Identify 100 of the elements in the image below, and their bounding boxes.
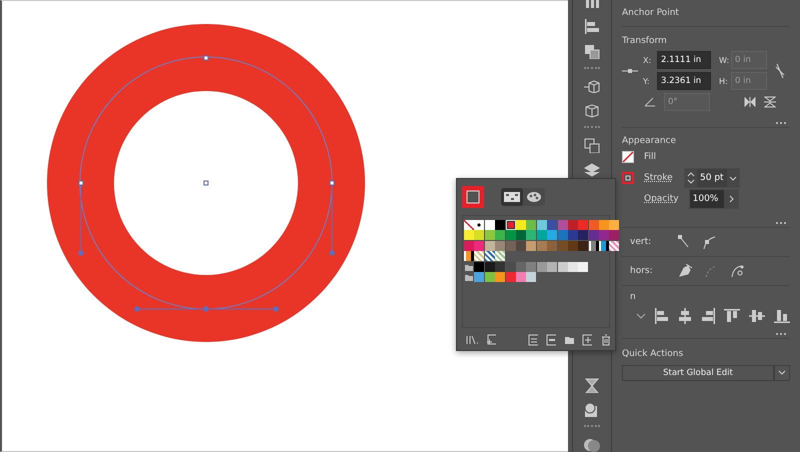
color-swatch[interactable] [547, 220, 558, 230]
color-swatch[interactable] [516, 240, 526, 251]
color-swatch[interactable] [495, 240, 506, 251]
color-swatch[interactable] [578, 240, 588, 251]
stroke-swatch-icon[interactable] [622, 172, 634, 184]
color-swatch[interactable] [474, 272, 484, 282]
color-swatch[interactable] [536, 262, 547, 272]
color-swatch[interactable] [588, 230, 599, 240]
align-top-icon[interactable] [724, 309, 740, 323]
unlink-icon[interactable] [775, 62, 785, 78]
color-swatch[interactable] [526, 262, 536, 272]
color-swatch[interactable] [484, 262, 495, 272]
pattern-swatch[interactable] [484, 251, 495, 262]
color-swatch[interactable] [558, 230, 568, 240]
color-swatch[interactable] [474, 230, 484, 240]
fill-none-icon[interactable] [622, 150, 634, 162]
grid-icon[interactable] [584, 0, 600, 10]
color-swatch[interactable] [568, 220, 578, 230]
pathfinder-icon[interactable] [584, 44, 600, 59]
color-swatch[interactable] [536, 240, 547, 251]
hourglass-icon[interactable] [584, 378, 600, 393]
align-right-icon[interactable] [701, 308, 715, 324]
reference-point-icon[interactable] [622, 66, 638, 74]
artboards-icon[interactable] [584, 138, 600, 153]
cut-path-icon[interactable] [730, 264, 744, 278]
trash-icon[interactable] [600, 334, 610, 346]
color-swatch[interactable] [558, 240, 568, 251]
libraries-icon[interactable] [466, 335, 478, 345]
dropdown-button[interactable] [774, 365, 790, 381]
align-bottom-icon[interactable] [774, 309, 790, 323]
swatches-view-tab[interactable] [501, 188, 523, 206]
color-swatch[interactable] [484, 240, 495, 251]
color-swatch[interactable] [464, 240, 474, 251]
input-field[interactable]: 3.2361 in [657, 72, 711, 90]
smooth-point-icon[interactable] [702, 235, 716, 249]
color-swatch[interactable] [609, 220, 620, 230]
swatch-options-icon[interactable] [528, 334, 538, 346]
color-swatch[interactable] [474, 240, 484, 251]
more-options-icon[interactable] [776, 222, 786, 224]
color-swatch[interactable] [495, 272, 506, 282]
color-swatch[interactable] [495, 262, 506, 272]
cube-icon[interactable] [583, 78, 602, 94]
color-swatch[interactable] [558, 220, 568, 230]
color-swatch[interactable] [609, 230, 620, 240]
color-swatch[interactable] [474, 262, 484, 272]
color-swatch[interactable] [547, 240, 558, 251]
color-swatch[interactable] [506, 220, 516, 230]
none-swatch[interactable] [464, 220, 474, 230]
pattern-swatch[interactable] [609, 240, 620, 251]
color-swatch[interactable] [599, 230, 610, 240]
flip-vertical-icon[interactable] [764, 96, 776, 108]
color-swatch[interactable] [516, 262, 526, 272]
align-left-icon[interactable] [655, 308, 669, 324]
color-swatch[interactable] [526, 220, 536, 230]
align-left-icon[interactable] [584, 19, 600, 34]
color-group-icon[interactable] [546, 334, 556, 346]
color-swatch[interactable] [516, 230, 526, 240]
opacity-label[interactable]: Opacity [644, 194, 679, 204]
color-swatch[interactable] [547, 230, 558, 240]
more-options-icon[interactable] [776, 332, 786, 335]
start-global-edit-button[interactable]: Start Global Edit [622, 365, 774, 381]
stroke-swatch-icon[interactable] [462, 186, 484, 208]
layers-icon[interactable] [584, 162, 600, 178]
color-swatch[interactable] [484, 220, 495, 230]
gradient-swatch[interactable] [464, 251, 474, 262]
color-swatch[interactable] [536, 230, 547, 240]
pattern-swatch[interactable] [495, 251, 506, 262]
color-swatch[interactable] [588, 220, 599, 230]
gradient-swatch[interactable] [599, 240, 610, 251]
input-field[interactable]: 2.1111 in [657, 51, 711, 69]
color-swatch[interactable] [599, 220, 610, 230]
color-swatch[interactable] [526, 230, 536, 240]
color-swatch[interactable] [578, 220, 588, 230]
color-swatch[interactable] [506, 262, 516, 272]
color-swatch[interactable] [568, 230, 578, 240]
cube-icon[interactable] [583, 103, 602, 118]
flip-horizontal-icon[interactable] [744, 97, 756, 107]
place-icon[interactable] [486, 334, 496, 346]
circles-icon[interactable] [583, 437, 602, 452]
corner-point-icon[interactable] [678, 235, 690, 249]
color-swatch[interactable] [568, 240, 578, 251]
color-swatch[interactable] [516, 272, 526, 282]
registration-swatch[interactable] [474, 220, 484, 230]
color-swatch[interactable] [568, 262, 578, 272]
pattern-swatch[interactable] [474, 251, 484, 262]
color-swatch[interactable] [578, 230, 588, 240]
add-icon[interactable] [582, 334, 592, 346]
stroke-label[interactable]: Stroke [644, 172, 674, 182]
align-center-icon[interactable] [678, 308, 692, 324]
color-swatch[interactable] [484, 230, 495, 240]
color-swatch[interactable] [484, 272, 495, 282]
color-swatch[interactable] [547, 262, 558, 272]
pen-icon[interactable] [678, 264, 692, 278]
color-swatch[interactable] [464, 230, 474, 240]
color-swatch[interactable] [495, 230, 506, 240]
color-swatch[interactable] [526, 272, 536, 282]
color-swatch[interactable] [516, 220, 526, 230]
color-swatch[interactable] [526, 240, 536, 251]
color-swatch[interactable] [558, 262, 568, 272]
color-swatch[interactable] [506, 230, 516, 240]
